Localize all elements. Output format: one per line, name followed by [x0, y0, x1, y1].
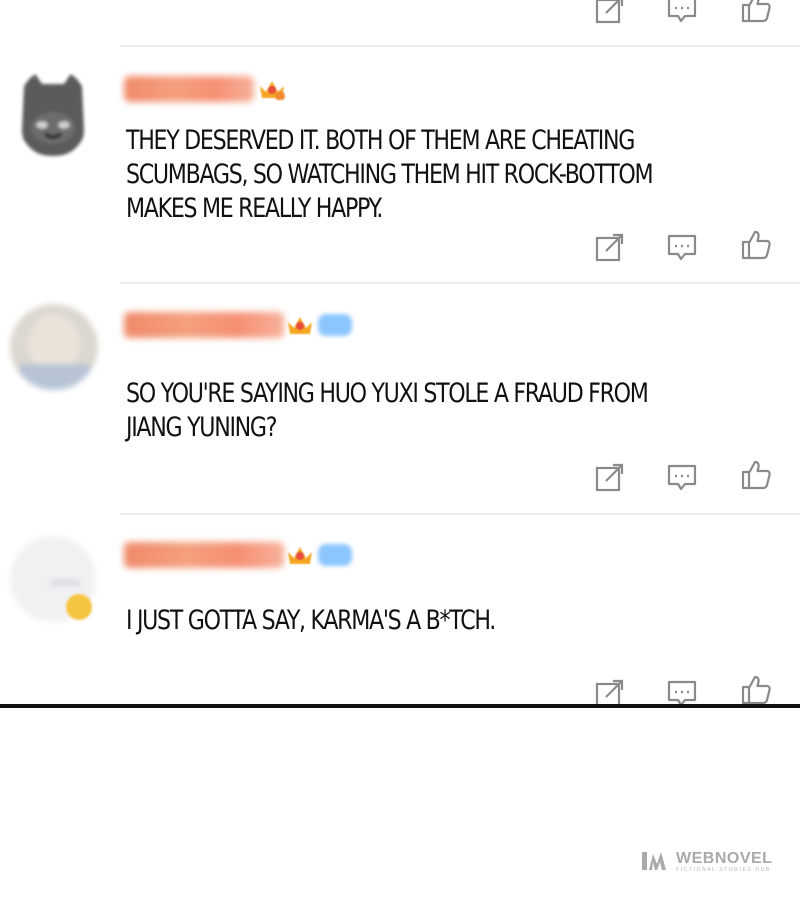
crown-badge-icon: [288, 317, 312, 334]
level-dot: [66, 594, 92, 620]
comment-text: I JUST GOTTA SAY, KARMA'S A B*TCH.: [126, 605, 496, 636]
share-button[interactable]: [594, 462, 626, 494]
share-icon: [595, 0, 624, 24]
divider: [120, 45, 800, 47]
divider: [120, 282, 800, 284]
webnovel-watermark: WEBNOVEL FICTIONAL STORIES HUB: [640, 848, 772, 874]
like-button[interactable]: [740, 674, 772, 706]
username[interactable]: [124, 542, 284, 568]
crown-badge-icon: [288, 547, 312, 564]
comment-text: THEY DESERVED IT. BOTH OF THEM ARE CHEAT…: [126, 125, 654, 224]
username[interactable]: [124, 312, 284, 338]
reply-button[interactable]: [666, 462, 698, 494]
reply-icon: [667, 464, 697, 491]
like-button[interactable]: [740, 459, 772, 491]
share-button[interactable]: [594, 0, 626, 26]
reply-button[interactable]: [666, 0, 698, 26]
like-button[interactable]: [740, 229, 772, 261]
panel-bottom-border: [0, 704, 800, 708]
share-button[interactable]: [594, 232, 626, 264]
reply-icon: [667, 234, 697, 261]
crown-badge-icon: [260, 81, 285, 100]
share-icon: [595, 233, 624, 262]
like-button[interactable]: [740, 0, 772, 24]
vip-badge: [318, 314, 352, 336]
vip-badge: [318, 544, 352, 566]
divider: [120, 513, 800, 515]
comment-text: SO YOU'RE SAYING HUO YUXI STOLE A FRAUD …: [126, 378, 649, 443]
webnovel-logo-icon: [642, 852, 666, 870]
avatar[interactable]: [10, 304, 98, 390]
reply-button[interactable]: [666, 232, 698, 264]
like-icon: [741, 460, 771, 490]
like-icon: [741, 230, 771, 260]
share-icon: [595, 463, 624, 492]
username[interactable]: [124, 76, 254, 102]
watermark-name: WEBNOVEL: [676, 849, 773, 867]
watermark-tagline: FICTIONAL STORIES HUB: [676, 866, 771, 873]
reply-icon: [667, 0, 697, 23]
like-icon: [741, 0, 771, 23]
like-icon: [741, 675, 771, 705]
comment-list: THEY DESERVED IT. BOTH OF THEM ARE CHEAT…: [0, 0, 800, 708]
avatar[interactable]: [18, 70, 88, 156]
